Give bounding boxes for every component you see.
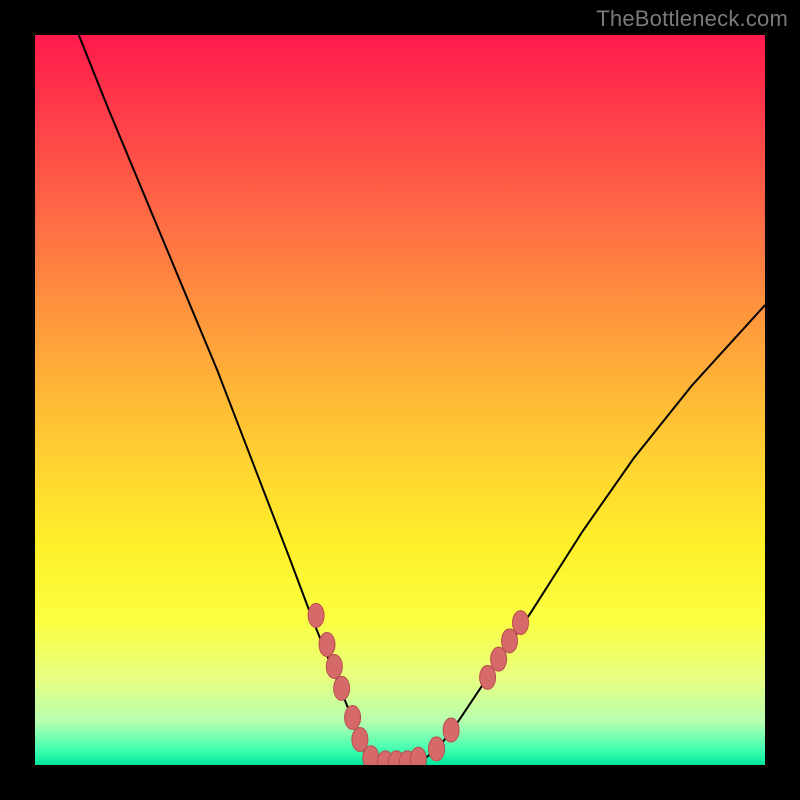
plot-area [35,35,765,765]
curve-marker [326,655,342,679]
curve-marker [513,611,529,635]
curve-marker [443,718,459,742]
bottleneck-curve-svg [35,35,765,765]
chart-frame: TheBottleneck.com [0,0,800,800]
curve-markers [308,603,528,765]
curve-marker [480,665,496,689]
watermark-label: TheBottleneck.com [596,6,788,32]
curve-marker [319,633,335,657]
curve-marker [410,747,426,765]
curve-marker [345,706,361,730]
bottleneck-curve-path [79,35,765,765]
curve-marker [363,746,379,765]
curve-marker [334,676,350,700]
curve-marker [502,629,518,653]
curve-marker [308,603,324,627]
curve-marker [429,737,445,761]
